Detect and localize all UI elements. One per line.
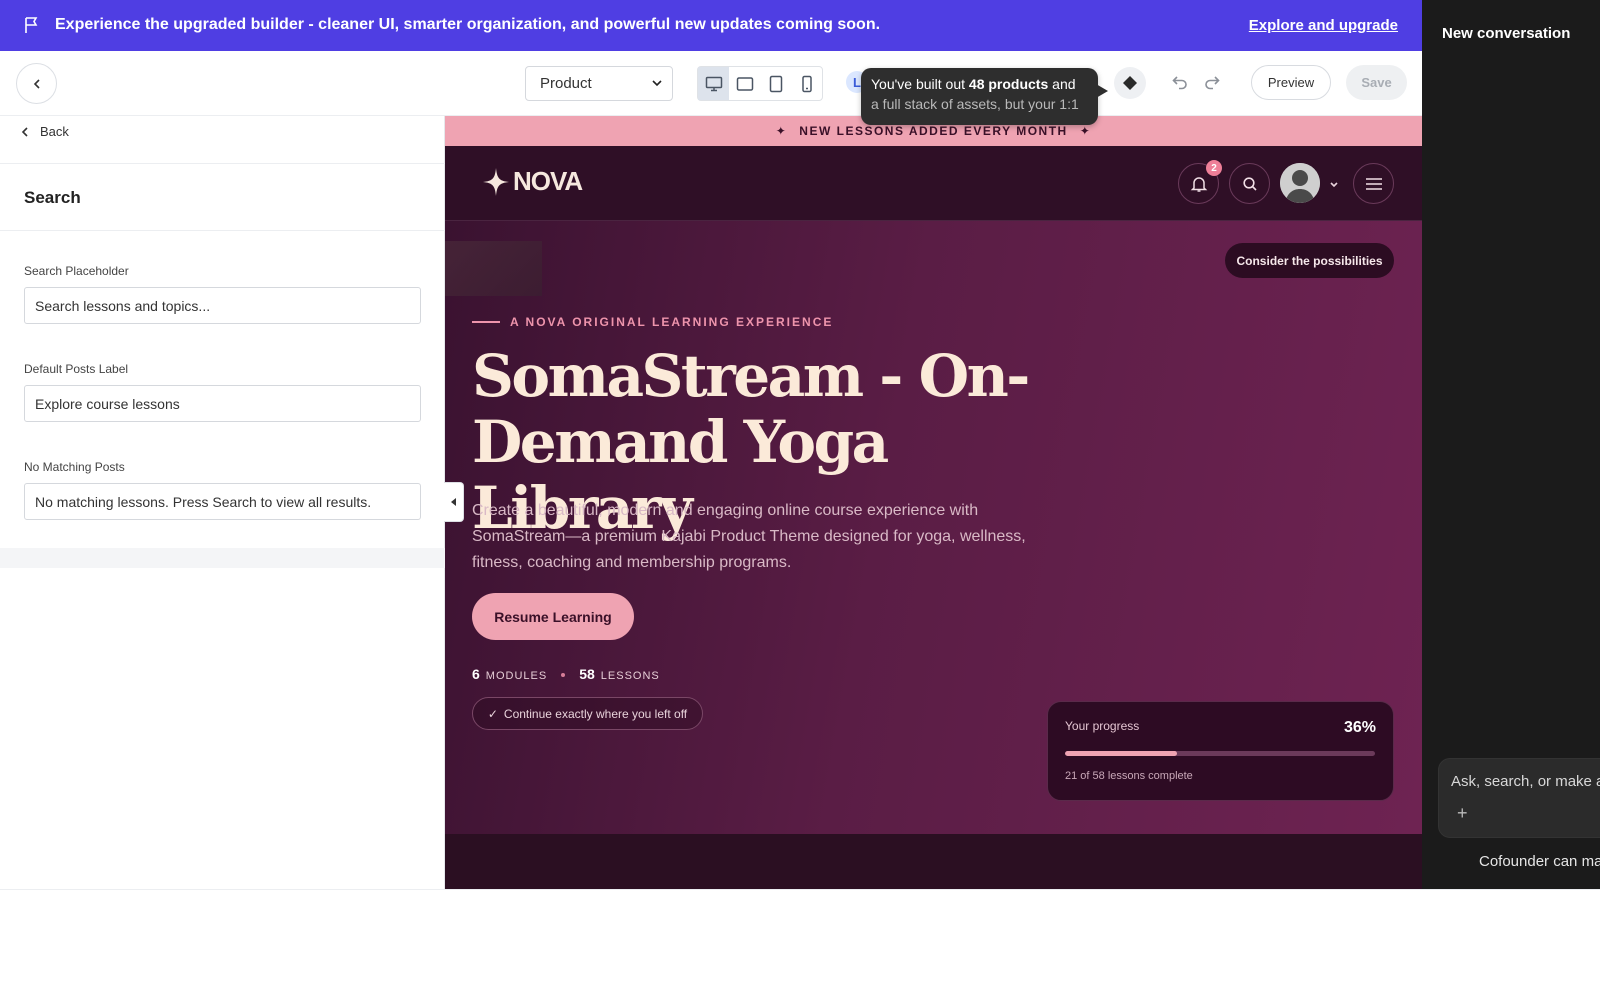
tablet-landscape-view-button[interactable] <box>729 67 760 100</box>
explore-upgrade-link[interactable]: Explore and upgrade <box>1249 17 1398 34</box>
page-select[interactable]: Product <box>525 66 673 101</box>
chat-input-placeholder: Ask, search, or make a <box>1451 773 1600 790</box>
device-switcher <box>697 66 823 101</box>
mobile-icon <box>801 75 812 92</box>
course-stats: 6 MODULES 58 LESSONS <box>472 666 660 682</box>
hero-thumbnail <box>445 241 542 296</box>
desktop-view-button[interactable] <box>698 67 729 100</box>
modules-label: MODULES <box>485 670 548 682</box>
tooltip-line-2: a full stack of assets, but your 1:1 <box>871 96 1079 112</box>
back-button[interactable]: Back <box>20 124 69 139</box>
settings-panel: Back Search Search Placeholder Search le… <box>0 116 445 889</box>
eyebrow-text: A NOVA ORIGINAL LEARNING EXPERIENCE <box>510 315 834 329</box>
progress-subtext: 21 of 58 lessons complete <box>1065 770 1193 782</box>
ai-chat-panel: New conversation Ask, search, or make a … <box>1422 0 1600 889</box>
progress-percent: 36% <box>1343 719 1376 736</box>
notifications-button[interactable]: 2 <box>1178 160 1222 204</box>
progress-label: Your progress <box>1065 719 1140 733</box>
search-placeholder-field[interactable]: Search lessons and topics... <box>24 287 421 324</box>
no-matching-posts-field[interactable]: No matching lessons. Press Search to vie… <box>24 483 421 520</box>
progress-card: Your progress 36% 21 of 58 lessons compl… <box>1047 701 1394 801</box>
chevron-left-icon <box>21 126 28 137</box>
tooltip-line-1: You've built out 48 products and <box>871 76 1076 92</box>
resume-learning-button[interactable]: Resume Learning <box>472 593 634 640</box>
tablet-landscape-icon <box>736 76 753 91</box>
desktop-icon <box>705 76 722 91</box>
continue-badge: ✓ Continue exactly where you left off <box>472 697 703 730</box>
next-section <box>445 834 1422 889</box>
empty-area <box>0 889 1600 1000</box>
page-select-value: Product <box>540 75 592 92</box>
chevron-left-icon <box>33 78 40 89</box>
bell-icon <box>1190 176 1207 192</box>
divider <box>0 163 445 164</box>
hamburger-icon <box>1365 177 1382 190</box>
tablet-portrait-icon <box>769 75 782 92</box>
sparkle-icon: ✦ <box>1079 124 1092 138</box>
no-matching-posts-label: No Matching Posts <box>24 460 125 474</box>
hero-eyebrow: A NOVA ORIGINAL LEARNING EXPERIENCE <box>472 315 833 329</box>
back-label: Back <box>40 124 69 139</box>
chevron-down-icon <box>652 80 662 87</box>
chat-footer-text: Cofounder can ma <box>1479 853 1600 870</box>
menu-button[interactable] <box>1353 163 1394 204</box>
builder-toolbar: Product L You've built out 48 products a… <box>0 51 1422 125</box>
consider-possibilities-button[interactable]: Consider the possibilities <box>1225 243 1394 278</box>
tablet-portrait-view-button[interactable] <box>760 67 791 100</box>
user-avatar[interactable] <box>1280 163 1320 203</box>
continue-text: Continue exactly where you left off <box>503 706 688 721</box>
lessons-label: LESSONS <box>600 670 660 682</box>
tooltip-arrow <box>1096 84 1108 98</box>
lessons-count: 58 <box>579 666 595 682</box>
star-logo-icon <box>483 167 509 196</box>
new-conversation-title[interactable]: New conversation <box>1442 25 1570 42</box>
separator-dot <box>561 673 566 677</box>
diamond-icon <box>1123 76 1137 90</box>
check-icon: ✓ <box>487 706 498 721</box>
sparkle-icon: ✦ <box>775 124 788 138</box>
panel-footer-band <box>0 548 445 568</box>
site-preview: ✦ NEW LESSONS ADDED EVERY MONTH ✦ NOVA 2… <box>445 116 1422 889</box>
logo-text: NOVA <box>513 166 583 196</box>
eyebrow-line <box>472 321 500 323</box>
site-search-button[interactable] <box>1229 163 1270 204</box>
ai-assistant-button[interactable] <box>1114 67 1146 99</box>
hero-description: Create a beautiful, modern and engaging … <box>472 502 1026 571</box>
caret-left-icon <box>450 498 456 506</box>
preview-button[interactable]: Preview <box>1251 65 1331 100</box>
progress-fill <box>1065 751 1177 756</box>
promo-text: NEW LESSONS ADDED EVERY MONTH <box>799 124 1068 138</box>
search-icon <box>1242 176 1257 191</box>
banner-message: Experience the upgraded builder - cleane… <box>55 16 881 33</box>
section-title: Search <box>24 188 81 207</box>
default-posts-label-field[interactable]: Explore course lessons <box>24 385 421 422</box>
divider <box>0 230 445 231</box>
hero-section: Consider the possibilities A NOVA ORIGIN… <box>445 221 1422 834</box>
redo-icon[interactable] <box>1203 73 1221 91</box>
avatar-silhouette-icon <box>1280 163 1320 203</box>
chevron-down-icon[interactable] <box>1329 181 1339 189</box>
undo-icon[interactable] <box>1171 73 1189 91</box>
modules-count: 6 <box>472 666 480 682</box>
default-posts-label-label: Default Posts Label <box>24 362 129 376</box>
flag-icon <box>25 17 38 33</box>
plus-icon[interactable]: + <box>1457 803 1468 824</box>
exit-button[interactable] <box>16 63 57 104</box>
notification-count-badge: 2 <box>1206 160 1222 176</box>
upgrade-banner: Experience the upgraded builder - cleane… <box>0 0 1422 51</box>
progress-track <box>1065 751 1375 756</box>
search-placeholder-label: Search Placeholder <box>24 264 129 278</box>
mobile-view-button[interactable] <box>791 67 822 100</box>
site-logo[interactable]: NOVA <box>483 166 583 197</box>
save-button[interactable]: Save <box>1346 65 1407 100</box>
collapse-panel-button[interactable] <box>444 482 464 522</box>
chat-input[interactable]: Ask, search, or make a + <box>1438 758 1600 838</box>
insight-tooltip: You've built out 48 products and a full … <box>861 68 1108 125</box>
site-header: NOVA 2 <box>445 146 1422 221</box>
